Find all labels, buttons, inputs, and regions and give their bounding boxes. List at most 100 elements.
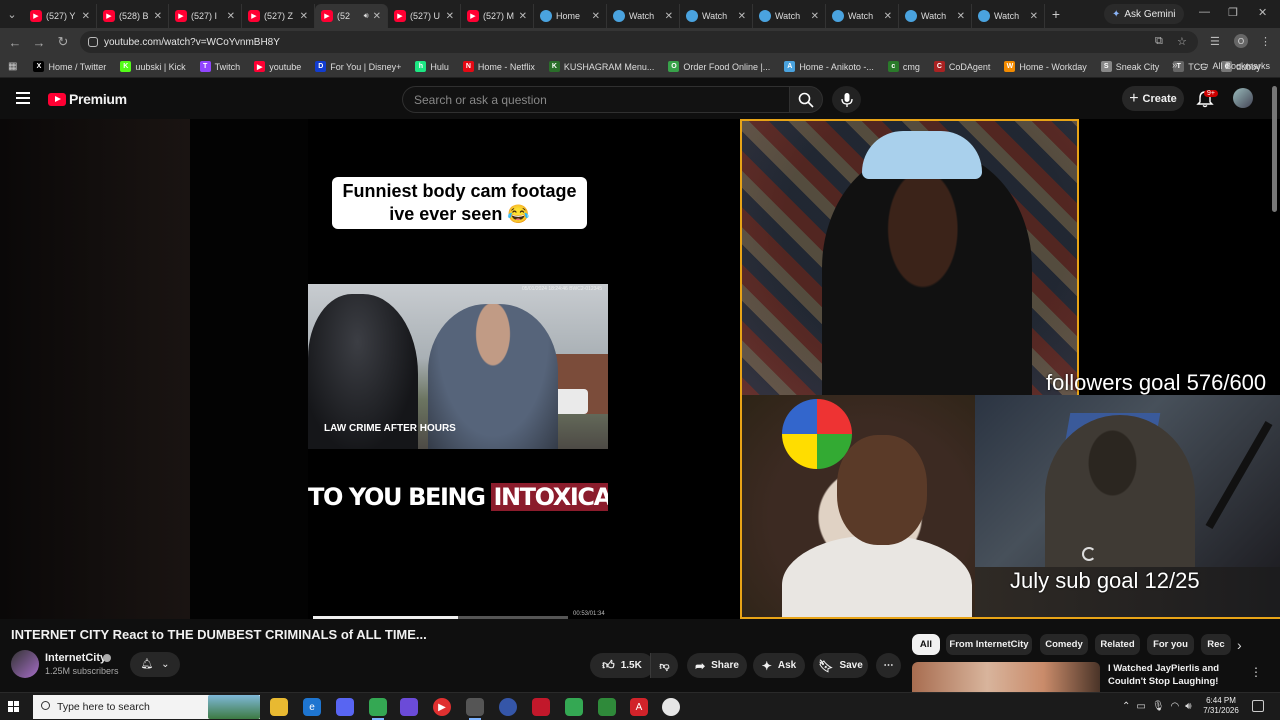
- tab-close-icon[interactable]: ✕: [373, 11, 381, 22]
- file-explorer-icon[interactable]: [270, 698, 288, 716]
- browser-tab[interactable]: ▶ (527) Y ✕: [24, 4, 97, 28]
- back-button[interactable]: ←: [3, 35, 27, 50]
- browser-tab[interactable]: ▶ (528) B ✕: [97, 4, 169, 28]
- bookmark-item[interactable]: D For You | Disney+: [315, 61, 401, 72]
- bookmark-item[interactable]: N Home - Netflix: [462, 61, 535, 72]
- channel-name[interactable]: InternetCity: [45, 652, 106, 664]
- new-tab-button[interactable]: +: [1045, 6, 1067, 22]
- clock-app-icon[interactable]: [662, 698, 680, 716]
- tab-close-icon[interactable]: ✕: [519, 11, 527, 22]
- bookmark-item[interactable]: h Hulu: [415, 61, 449, 72]
- volume-icon[interactable]: 🔊︎: [1185, 701, 1191, 712]
- tab-close-icon[interactable]: ✕: [300, 11, 308, 22]
- bookmark-item[interactable]: Kuubski | Kick: [120, 61, 186, 72]
- browser-tab[interactable]: ▶ (52 🔊︎ ✕: [315, 4, 388, 28]
- chrome-icon[interactable]: [369, 698, 387, 720]
- bookmark-item[interactable]: T Twitch: [199, 61, 240, 72]
- browser-tab[interactable]: Watch ✕: [753, 4, 826, 28]
- bookmark-star-icon[interactable]: ☆: [1177, 35, 1187, 48]
- tab-close-icon[interactable]: ✕: [884, 11, 892, 22]
- reading-list-icon[interactable]: ☰: [1210, 35, 1220, 48]
- minimize-window-button[interactable]: —: [1199, 6, 1210, 18]
- site-info-icon[interactable]: [88, 37, 98, 47]
- taskbar-clock[interactable]: 6:44 PM 7/31/2026: [1198, 696, 1244, 716]
- bookmark-item[interactable]: ▶ youtube: [254, 61, 301, 72]
- browser-tab[interactable]: Watch ✕: [680, 4, 753, 28]
- browser-profile-avatar[interactable]: O: [1234, 34, 1248, 48]
- search-input[interactable]: Search or ask a question: [402, 86, 790, 113]
- browser-tab[interactable]: Watch ✕: [899, 4, 972, 28]
- tab-close-icon[interactable]: ✕: [665, 11, 673, 22]
- tab-close-icon[interactable]: ✕: [82, 11, 90, 22]
- browser-tab[interactable]: Watch ✕: [972, 4, 1045, 28]
- user-avatar[interactable]: [1233, 88, 1253, 108]
- video-player[interactable]: Funniest body cam footage ive ever seen …: [0, 119, 1280, 619]
- taskbar-search-input[interactable]: Type here to search: [33, 695, 260, 719]
- restore-window-button[interactable]: ❐: [1228, 6, 1238, 19]
- network-icon[interactable]: ▭: [1136, 701, 1145, 712]
- chrome-profile-2-icon[interactable]: [565, 698, 583, 716]
- tab-close-icon[interactable]: ✕: [227, 11, 235, 22]
- forward-button[interactable]: →: [27, 35, 51, 50]
- acrobat-icon[interactable]: [532, 698, 550, 716]
- bookmark-item[interactable]: C CoDAgent: [933, 61, 990, 72]
- apps-grid-icon[interactable]: ▦: [8, 61, 17, 72]
- channel-avatar[interactable]: [11, 650, 39, 678]
- share-button[interactable]: ➦ Share: [687, 653, 747, 678]
- tab-search-dropdown[interactable]: ⌄: [0, 0, 24, 28]
- create-button[interactable]: + Create: [1122, 86, 1184, 111]
- bookmark-item[interactable]: c cmg: [887, 61, 920, 72]
- youtube-premium-logo[interactable]: Premium: [48, 91, 127, 107]
- bookmark-item[interactable]: S Sneak City: [1100, 61, 1159, 72]
- install-app-icon[interactable]: ⧉: [1155, 35, 1163, 48]
- browser-tab[interactable]: ▶ (527) U ✕: [388, 4, 461, 28]
- tab-close-icon[interactable]: ✕: [154, 11, 162, 22]
- chrome-profile-3-icon[interactable]: [598, 698, 616, 716]
- url-field[interactable]: youtube.com/watch?v=WCoYvnmBH8Y: [80, 31, 1198, 53]
- dislike-button[interactable]: 👎︎: [650, 653, 678, 678]
- bookmark-item[interactable]: W Home - Workday: [1004, 61, 1087, 72]
- tab-close-icon[interactable]: ✕: [592, 11, 600, 22]
- discord-icon[interactable]: [336, 698, 354, 716]
- chips-next-arrow-icon[interactable]: ›: [1237, 637, 1242, 653]
- tab-audio-icon[interactable]: 🔊︎: [364, 11, 369, 21]
- ask-button[interactable]: ✦ Ask: [753, 653, 805, 678]
- page-scrollbar[interactable]: [1272, 86, 1277, 212]
- bookmarks-overflow-icon[interactable]: »: [1172, 60, 1178, 71]
- tab-close-icon[interactable]: ✕: [1030, 11, 1038, 22]
- like-button[interactable]: 👍︎ 1.5K: [590, 653, 654, 678]
- filter-chip[interactable]: From InternetCity: [946, 634, 1032, 655]
- browser-tab[interactable]: Watch ✕: [607, 4, 680, 28]
- browser-menu-icon[interactable]: ⋮: [1260, 35, 1271, 48]
- reload-button[interactable]: ↻: [51, 34, 75, 50]
- app-circle-icon[interactable]: [499, 698, 517, 716]
- bookmark-item[interactable]: A Home - Anikoto -...: [784, 61, 874, 72]
- tab-close-icon[interactable]: ✕: [738, 11, 746, 22]
- ask-gemini-button[interactable]: ✦ Ask Gemini: [1104, 4, 1184, 24]
- save-button[interactable]: 🔖︎ Save: [813, 653, 868, 678]
- bookmark-item[interactable]: O Order Food Online |...: [668, 61, 770, 72]
- filter-chip[interactable]: All: [912, 634, 940, 655]
- tray-overflow-icon[interactable]: ⌃: [1122, 701, 1130, 712]
- windows-start-icon[interactable]: [8, 701, 20, 713]
- wifi-icon[interactable]: ◠: [1171, 701, 1180, 712]
- browser-tab[interactable]: ▶ (527) Z ✕: [242, 4, 315, 28]
- search-button[interactable]: [789, 86, 823, 113]
- bookmark-item[interactable]: K KUSHAGRAM Menu...: [548, 61, 654, 72]
- media-player-icon[interactable]: ▶: [433, 698, 451, 716]
- notification-center-icon[interactable]: [1252, 700, 1264, 712]
- tab-close-icon[interactable]: ✕: [446, 11, 454, 22]
- edge-icon[interactable]: e: [303, 698, 321, 716]
- recommended-video-thumbnail[interactable]: [912, 662, 1100, 692]
- filter-chip[interactable]: Rec: [1201, 634, 1231, 655]
- game-launcher-icon[interactable]: [400, 698, 418, 716]
- subscribed-notifications-button[interactable]: 🔔︎ ⌄: [130, 652, 180, 677]
- more-actions-button[interactable]: ⋯: [876, 653, 901, 678]
- recommended-video-title[interactable]: I Watched JayPierlis and Couldn't Stop L…: [1108, 662, 1238, 688]
- browser-tab[interactable]: Home ✕: [534, 4, 607, 28]
- all-bookmarks-button[interactable]: ▭ All Bookmarks: [1200, 60, 1270, 71]
- tab-close-icon[interactable]: ✕: [811, 11, 819, 22]
- filter-chip[interactable]: Comedy: [1040, 634, 1088, 655]
- tab-close-icon[interactable]: ✕: [957, 11, 965, 22]
- hamburger-menu-icon[interactable]: [16, 92, 30, 107]
